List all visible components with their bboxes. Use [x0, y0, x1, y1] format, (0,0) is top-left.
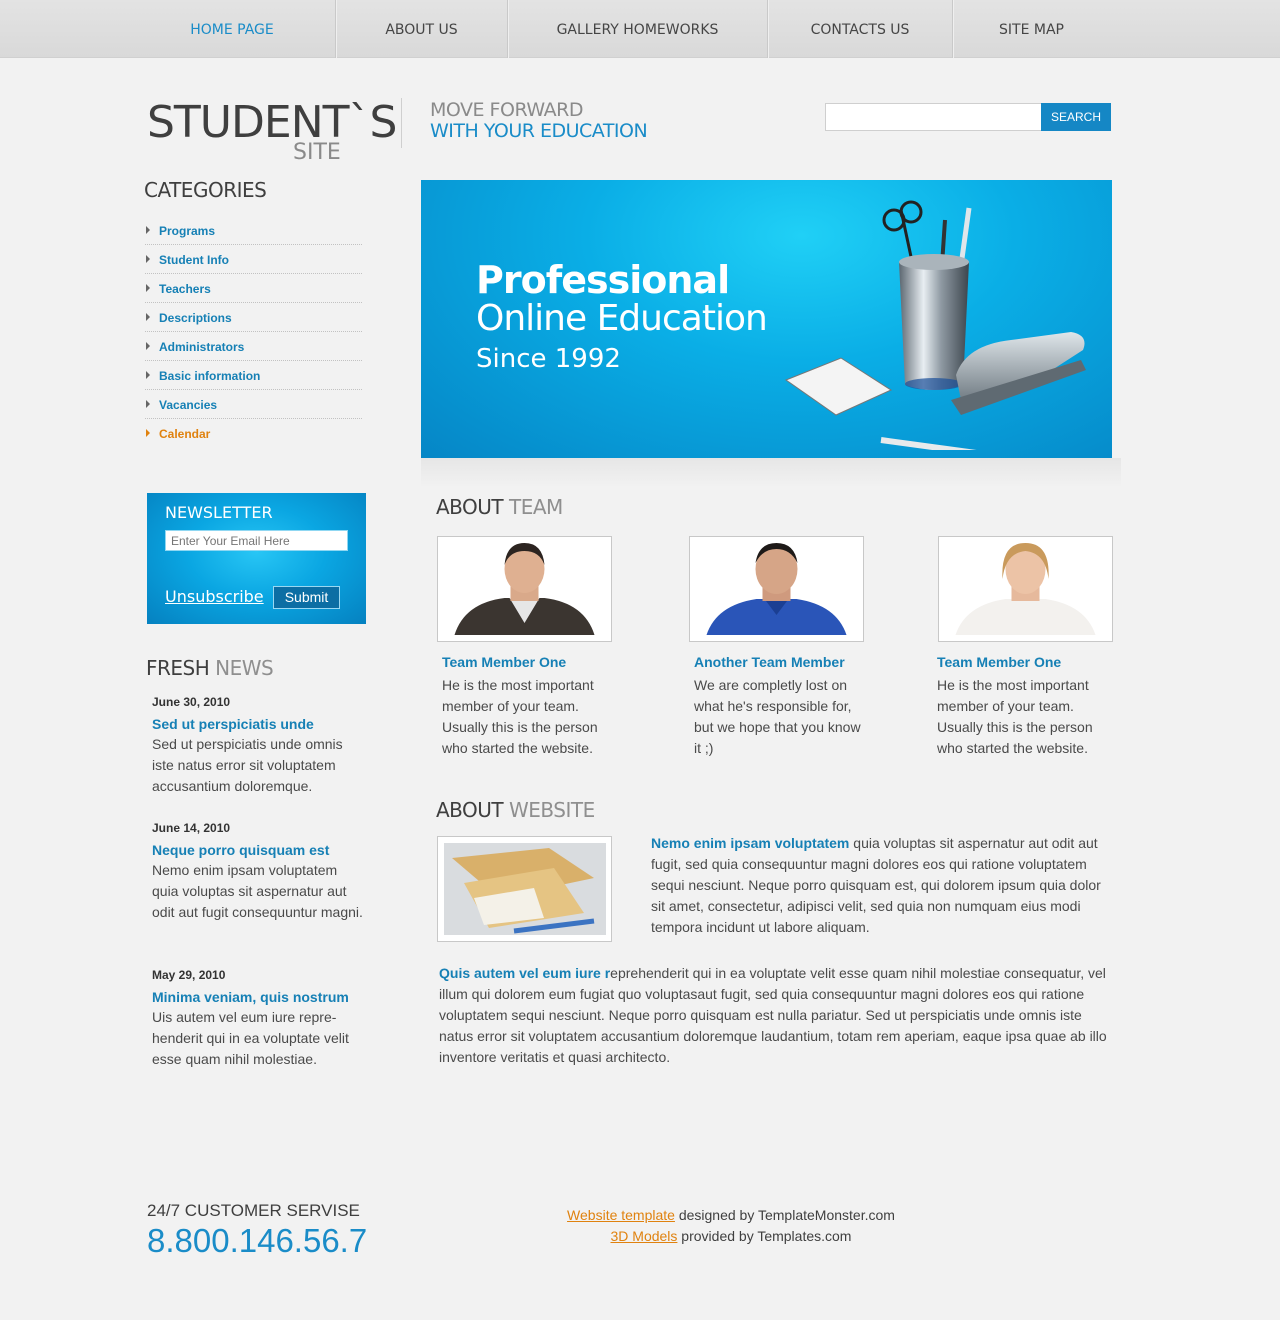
search-button[interactable]: SEARCH	[1041, 103, 1111, 131]
team-member-name-link[interactable]: Team Member One	[937, 654, 1061, 670]
banner-shadow	[421, 458, 1121, 488]
nav-home-page[interactable]: HOME PAGE	[148, 0, 316, 58]
category-link-teachers[interactable]: Teachers	[159, 282, 211, 296]
folder-icon	[444, 843, 606, 935]
newsletter-submit-button[interactable]: Submit	[273, 586, 340, 609]
nav-site-map[interactable]: SITE MAP	[953, 0, 1110, 58]
team-member-photo[interactable]	[437, 536, 612, 642]
category-item: Administrators	[145, 332, 362, 361]
team-member-description: We are completly lost on what he's respo…	[694, 677, 861, 756]
category-item: Programs	[145, 216, 362, 245]
person-avatar	[696, 543, 857, 635]
team-member-photo[interactable]	[689, 536, 864, 642]
nav-about-us[interactable]: ABOUT US	[336, 0, 507, 58]
top-navigation: HOME PAGE ABOUT US GALLERY HOMEWORKS CON…	[0, 0, 1280, 58]
search-input[interactable]	[825, 103, 1042, 131]
about-website-paragraph-2: Quis autem vel eum iure reprehenderit qu…	[439, 963, 1115, 1068]
hero-banner[interactable]: Professional Online Education Since 1992	[421, 180, 1112, 458]
newsletter-box: NEWSLETTER Unsubscribe Submit	[147, 493, 366, 624]
team-member-description: He is the most important member of your …	[937, 677, 1093, 756]
about-team-heading: ABOUT TEAM	[436, 495, 563, 519]
team-member-description: He is the most important member of your …	[442, 677, 598, 756]
credit-line: Website template designed by TemplateMon…	[531, 1205, 931, 1226]
categories-heading: CATEGORIES	[144, 178, 267, 202]
news-date: May 29, 2010	[152, 968, 226, 982]
category-link-student-info[interactable]: Student Info	[159, 253, 229, 267]
customer-service-label: 24/7 CUSTOMER SERVISE	[147, 1201, 360, 1220]
fresh-news-heading-dark: FRESH	[146, 656, 210, 680]
arrow-right-icon	[146, 400, 150, 408]
news-item: May 29, 2010 Minima veniam, quis nostrum…	[152, 967, 367, 1070]
nav-gallery-homeworks[interactable]: GALLERY HOMEWORKS	[508, 0, 767, 58]
category-item: Descriptions	[145, 303, 362, 332]
category-link-basic-information[interactable]: Basic information	[159, 369, 260, 383]
credit-text: provided by Templates.com	[677, 1228, 852, 1244]
customer-service-phone: 8.800.146.56.7	[147, 1222, 368, 1259]
category-link-programs[interactable]: Programs	[159, 224, 215, 238]
news-text: Uis autem vel eum iure repre-henderit qu…	[152, 1009, 349, 1067]
arrow-right-icon	[146, 429, 150, 437]
credit-text: designed by TemplateMonster.com	[674, 1207, 895, 1223]
office-supplies-illustration	[784, 200, 1086, 450]
paragraph-highlight: Quis autem vel eum iure r	[439, 965, 611, 981]
nav-contacts-us[interactable]: CONTACTS US	[768, 0, 952, 58]
folder-image[interactable]	[437, 836, 612, 942]
arrow-right-icon	[146, 342, 150, 350]
credit-line: 3D Models provided by Templates.com	[531, 1226, 931, 1247]
person-avatar	[945, 543, 1106, 635]
unsubscribe-link[interactable]: Unsubscribe	[165, 587, 264, 606]
website-template-link[interactable]: Website template	[567, 1207, 675, 1223]
about-website-heading-dark: ABOUT	[436, 798, 504, 822]
category-item: Basic information	[145, 361, 362, 390]
about-team-heading-dark: ABOUT	[436, 495, 504, 519]
news-item: June 14, 2010 Neque porro quisquam est N…	[152, 820, 367, 923]
logo-subtitle: SITE	[293, 140, 341, 165]
arrow-right-icon	[146, 284, 150, 292]
logo-title[interactable]: STUDENT`S	[147, 98, 397, 148]
team-member-name-link[interactable]: Another Team Member	[694, 654, 845, 670]
news-text: Nemo enim ipsam voluptatem quia voluptas…	[152, 862, 363, 920]
news-text: Sed ut perspiciatis unde omnis iste natu…	[152, 736, 343, 794]
arrow-right-icon	[146, 255, 150, 263]
categories-list: Programs Student Info Teachers Descripti…	[145, 216, 362, 448]
footer-credits: Website template designed by TemplateMon…	[531, 1205, 931, 1247]
category-link-descriptions[interactable]: Descriptions	[159, 311, 232, 325]
arrow-right-icon	[146, 226, 150, 234]
banner-line-1: Professional	[476, 258, 730, 302]
arrow-right-icon	[146, 313, 150, 321]
about-website-heading-light: WEBSITE	[509, 798, 595, 822]
about-team-heading-light: TEAM	[509, 495, 563, 519]
news-date: June 30, 2010	[152, 695, 231, 709]
newsletter-email-field[interactable]	[165, 530, 348, 551]
news-item: June 30, 2010 Sed ut perspiciatis unde S…	[152, 694, 367, 797]
fresh-news-heading: FRESH NEWS	[146, 656, 274, 680]
arrow-right-icon	[146, 371, 150, 379]
category-item: Student Info	[145, 245, 362, 274]
category-item: Teachers	[145, 274, 362, 303]
paragraph-highlight: Nemo enim ipsam voluptatem	[651, 835, 850, 851]
category-link-vacancies[interactable]: Vacancies	[159, 398, 217, 412]
news-title-link[interactable]: Minima veniam, quis nostrum	[152, 987, 367, 1007]
category-item: Vacancies	[145, 390, 362, 419]
banner-line-3: Since 1992	[476, 344, 621, 374]
category-link-calendar[interactable]: Calendar	[159, 427, 210, 441]
about-website-heading: ABOUT WEBSITE	[436, 798, 595, 822]
slogan-line-1: MOVE FORWARD	[430, 99, 583, 121]
newsletter-title: NEWSLETTER	[165, 503, 273, 522]
news-title-link[interactable]: Sed ut perspiciatis unde	[152, 714, 367, 734]
slogan-line-2: WITH YOUR EDUCATION	[430, 120, 648, 142]
about-website-paragraph-1: Nemo enim ipsam voluptatem quia voluptas…	[651, 833, 1113, 938]
news-date: June 14, 2010	[152, 821, 231, 835]
category-link-administrators[interactable]: Administrators	[159, 340, 244, 354]
person-avatar	[444, 543, 605, 635]
team-member-photo[interactable]	[938, 536, 1113, 642]
team-member-name-link[interactable]: Team Member One	[442, 654, 566, 670]
header-divider	[401, 98, 402, 148]
banner-line-2: Online Education	[476, 298, 768, 339]
fresh-news-heading-light: NEWS	[215, 656, 274, 680]
news-title-link[interactable]: Neque porro quisquam est	[152, 840, 367, 860]
3d-models-link[interactable]: 3D Models	[611, 1228, 678, 1244]
category-item: Calendar	[145, 419, 362, 448]
